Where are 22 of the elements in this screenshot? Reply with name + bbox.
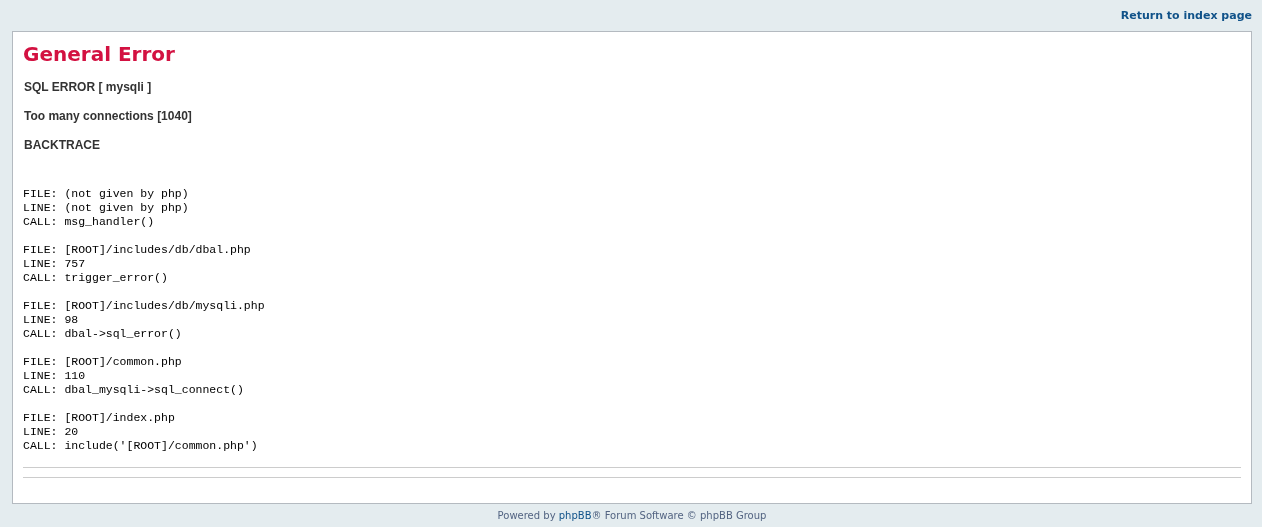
error-message: BACKTRACE — [24, 138, 101, 153]
backtrace-line: FILE: [ROOT]/common.php — [23, 355, 183, 369]
backtrace-line: CALL: include('[ROOT]/common.php') — [23, 439, 259, 453]
backtrace-line: CALL: msg_handler() — [23, 215, 156, 229]
backtrace-line: LINE: 98 — [23, 313, 80, 327]
error-title: General Error — [23, 42, 176, 66]
backtrace-line: LINE: 757 — [23, 257, 87, 271]
return-link[interactable]: Return to index page — [1120, 9, 1252, 22]
backtrace-line: FILE: (not given by php) — [23, 187, 190, 201]
backtrace-line: LINE: 20 — [23, 425, 80, 439]
error-message: SQL ERROR [ mysqli ] — [24, 80, 153, 95]
backtrace-line: LINE: (not given by php) — [23, 201, 190, 215]
footer-text: Powered by phpBB® Forum Software © phpBB Group — [496, 509, 768, 523]
backtrace-line: LINE: 110 — [23, 369, 87, 383]
error-message: Too many connections [1040] — [24, 109, 193, 124]
backtrace-line: FILE: [ROOT]/includes/db/mysqli.php — [23, 299, 266, 313]
backtrace-line: FILE: [ROOT]/includes/db/dbal.php — [23, 243, 252, 257]
phpbb-link[interactable]: phpBB — [558, 510, 592, 521]
backtrace-line: CALL: trigger_error() — [23, 271, 169, 285]
backtrace-line: CALL: dbal->sql_error() — [23, 327, 183, 341]
backtrace-line: FILE: [ROOT]/index.php — [23, 411, 176, 425]
backtrace-line: CALL: dbal_mysqli->sql_connect() — [23, 383, 245, 397]
